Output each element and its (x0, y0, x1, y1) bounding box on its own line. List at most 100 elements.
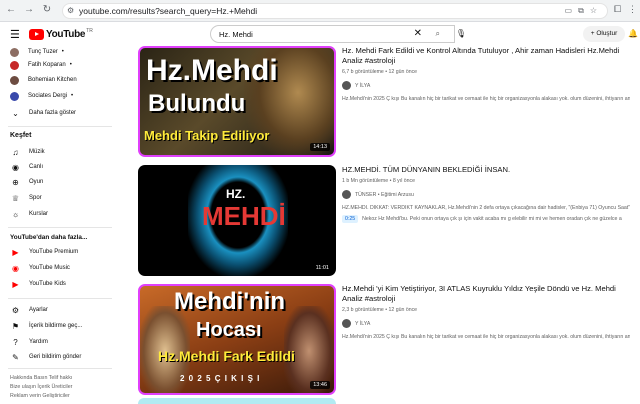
video-thumbnail[interactable]: Hz.Mehdi Bulundu Mehdi Takip Ediliyor 14… (138, 46, 336, 157)
footer-links-1[interactable]: Hakkında Basın Telif hakkı (10, 374, 110, 383)
video-title[interactable]: Hz. Mehdi Fark Edildi ve Kontrol Altında… (342, 46, 630, 66)
gaming-icon: ⊕ (12, 177, 19, 187)
footer-links-2[interactable]: Bize ulaşın İçerik Üreticiler (10, 383, 110, 392)
sidebar-item-courses[interactable]: ☼ Kurslar (10, 208, 48, 220)
video-info: Hz.Mehdi 'yi Kim Yetiştiriyor, 3I ATLAS … (342, 284, 630, 341)
extensions-icon[interactable]: ⧠ (614, 4, 621, 15)
gear-icon: ⚙ (11, 305, 20, 315)
address-bar[interactable]: ⚙ youtube.com/results?search_query=Hz.+M… (62, 3, 608, 19)
show-more-button[interactable]: ⌄ Daha fazla göster (10, 107, 76, 119)
thumbnail-text: Hz.Mehdi (146, 54, 278, 87)
forward-icon[interactable]: → (22, 3, 36, 17)
music-icon: ♫ (12, 147, 19, 157)
video-duration: 14:13 (310, 143, 330, 151)
channel-name: Y İLYA (355, 82, 371, 89)
trophy-icon: ♕ (11, 193, 20, 203)
video-description: HZ.MEHDİ. DİKKAT: VERDİKT KAYNAKLAR, Hz.… (342, 205, 630, 211)
search-icon[interactable]: ⌕ (436, 29, 440, 39)
video-thumbnail[interactable]: HZ. MEHDİ 11:01 (138, 165, 336, 276)
video-description: Hz.Mehdi'nin 2025 Ç kışı Bu kanalın hiç … (342, 96, 630, 102)
sidebar-item-music[interactable]: ♫ Müzik (10, 146, 45, 158)
sidebar-sub-3[interactable]: Sociates Dergi • (10, 90, 73, 102)
sidebar-sub-2[interactable]: Bohemian Kitchen (10, 74, 77, 86)
new-dot-icon: • (61, 49, 64, 55)
sidebar-sub-0[interactable]: Tunç Tuzer • (10, 46, 64, 58)
site-info-icon[interactable]: ⚙ (67, 6, 74, 15)
youtube-logo[interactable]: YouTube TR (29, 28, 93, 40)
youtube-premium-icon: ▶ (12, 247, 19, 257)
video-thumbnail[interactable]: Mehdi'nin Hocası Hz.Mehdi Fark Edildi 2 … (138, 284, 336, 395)
sidebar-item-label: Yardım (29, 339, 48, 345)
thumbnail-text: Mehdi'nin (174, 288, 286, 315)
video-title[interactable]: Hz.Mehdi 'yi Kim Yetiştiriyor, 3I ATLAS … (342, 284, 630, 304)
clear-search-icon[interactable]: ✕ (414, 28, 422, 39)
thumbnail-text: Mehdi Takip Ediliyor (144, 128, 270, 143)
video-info: Hz. Mehdi Fark Edildi ve Kontrol Altında… (342, 46, 630, 103)
url-text: youtube.com/results?search_query=Hz.+Meh… (79, 6, 258, 16)
sidebar-item-label: Ayarlar (29, 307, 48, 313)
sidebar-item-label: Canlı (29, 164, 44, 170)
more-from-youtube-title: YouTube'dan daha fazla... (10, 234, 88, 241)
video-meta: 2,3 b görüntüleme • 12 gün önce (342, 307, 418, 313)
youtube-header: ☰ YouTube TR Hz. Mehdi ✕ ⌕ 🎙 + Oluştur 🔔 (0, 22, 640, 46)
sidebar-item-label: Daha fazla göster (29, 110, 77, 116)
browser-toolbar: ← → ↻ ⚙ youtube.com/results?search_query… (0, 0, 640, 22)
sidebar-item-live[interactable]: ◉ Canlı (10, 161, 43, 173)
footer-links-3[interactable]: Reklam verin Geliştiriciler (10, 392, 110, 401)
video-info: HZ.MEHDİ. TÜM DÜNYANIN BEKLEDİĞİ İNSAN. … (342, 165, 630, 223)
channel-name: Y İLYA (355, 320, 371, 327)
chapter-timestamp[interactable]: 0:25 (342, 215, 359, 223)
logo-country: TR (86, 28, 93, 34)
reload-icon[interactable]: ↻ (40, 3, 54, 17)
live-icon: ◉ (12, 162, 19, 172)
search-input[interactable]: Hz. Mehdi (219, 30, 253, 39)
sidebar-item-gaming[interactable]: ⊕ Oyun (10, 176, 43, 188)
help-icon: ? (13, 337, 18, 347)
sidebar-sub-1[interactable]: Fatih Koparan • (10, 59, 72, 71)
sidebar-item-label: Kurslar (29, 211, 49, 217)
sidebar-item-feedback[interactable]: ✎ Geri bildirim gönder (10, 351, 81, 363)
channel-avatar (342, 319, 351, 328)
thumbnail-text: MEHDİ (202, 201, 286, 231)
thumbnail-text: Bulundu (148, 90, 246, 117)
sidebar-item-report[interactable]: ⚑ İçerik bildirme geç... (10, 320, 82, 332)
menu-icon[interactable]: ⋮ (628, 4, 637, 15)
sidebar-item-kids[interactable]: ▶ YouTube Kids (10, 278, 66, 290)
chapter-row[interactable]: 0:25 Nekoz Hz Mehdi'bu. Peki onun ortaya … (342, 215, 630, 223)
new-dot-icon: • (69, 62, 72, 68)
sidebar-item-label: Sociates Dergi (28, 93, 68, 99)
sidebar-item-help[interactable]: ? Yardım (10, 336, 48, 348)
divider (8, 227, 112, 228)
divider (8, 126, 112, 127)
channel-avatar (342, 190, 351, 199)
thumbnail-text: Hz.Mehdi Fark Edildi (158, 348, 295, 364)
sidebar-item-label: İçerik bildirme geç... (29, 323, 83, 329)
create-button[interactable]: + Oluştur (583, 26, 625, 42)
channel-avatar (10, 47, 19, 57)
sidebar-item-music-app[interactable]: ◉ YouTube Music (10, 262, 70, 274)
channel-avatar (10, 75, 19, 85)
channel-row[interactable]: Y İLYA (342, 81, 630, 90)
address-bar-actions[interactable]: ▭⧉☆ (565, 6, 603, 16)
sidebar-item-premium[interactable]: ▶ YouTube Premium (10, 246, 78, 258)
sidebar-item-label: Bohemian Kitchen (28, 77, 77, 83)
chevron-down-icon: ⌄ (12, 108, 19, 118)
voice-search-icon[interactable]: 🎙 (454, 27, 468, 41)
channel-row[interactable]: TÜNSER • Eğitimi Arzusu (342, 190, 630, 199)
video-title[interactable]: HZ.MEHDİ. TÜM DÜNYANIN BEKLEDİĞİ İNSAN. (342, 165, 630, 175)
sidebar-item-settings[interactable]: ⚙ Ayarlar (10, 304, 48, 316)
flag-icon: ⚑ (11, 321, 20, 331)
back-icon[interactable]: ← (4, 3, 18, 17)
video-duration: 11:01 (312, 264, 332, 272)
sidebar-item-sports[interactable]: ♕ Spor (10, 192, 42, 204)
channel-avatar (10, 60, 19, 70)
video-duration: 13:46 (310, 381, 330, 389)
menu-hamburger-icon[interactable]: ☰ (10, 28, 20, 41)
next-video-thumbnail[interactable] (138, 398, 336, 404)
notifications-icon[interactable]: 🔔 (628, 29, 638, 38)
channel-row[interactable]: Y İLYA (342, 319, 630, 328)
sidebar-item-label: YouTube Music (29, 265, 70, 271)
video-description: Hz.Mehdi'nin 2025 Ç kışı Bu kanalın hiç … (342, 334, 630, 340)
search-box[interactable]: Hz. Mehdi ✕ ⌕ (210, 25, 455, 43)
sidebar-item-label: YouTube Kids (29, 281, 66, 287)
